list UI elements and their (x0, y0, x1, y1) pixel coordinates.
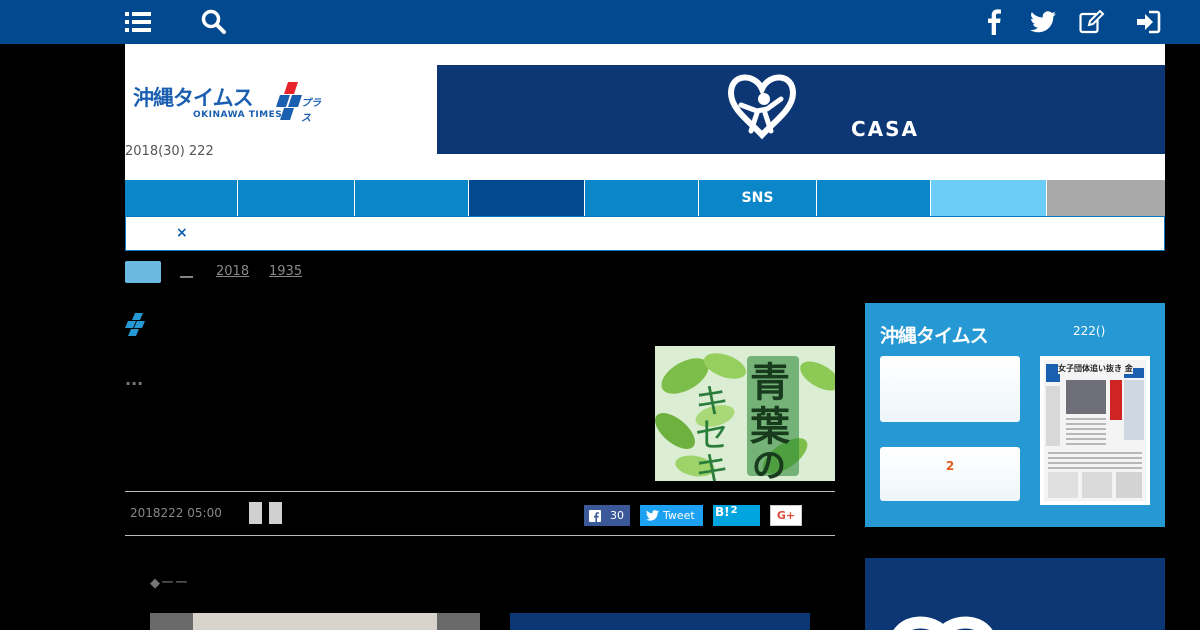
twitter-icon[interactable] (1029, 9, 1057, 35)
sidebar-ad[interactable] (865, 558, 1165, 630)
hatena-bookmark-button[interactable]: B! 2 (713, 505, 760, 526)
casa-heart-icon (727, 74, 797, 140)
facebook-share-button[interactable]: 30 (584, 505, 630, 526)
tweet-button[interactable]: Tweet (640, 505, 703, 526)
article-meta-bar: 2018222 05:00 30 Tweet B! 2 G+ (125, 491, 835, 536)
hatena-icon: B! (715, 505, 730, 519)
sidebar-issue-count: 222() (1073, 324, 1106, 338)
breadcrumb-link[interactable]: 1935 (269, 264, 302, 279)
site-header: 沖縄タイムス プラス OKINAWA TIMES 2018(30) 222 CA… (125, 44, 1165, 180)
nav-item-active[interactable] (469, 180, 585, 216)
tweet-label: Tweet (663, 509, 695, 522)
hatena-count: 2 (730, 505, 738, 516)
article-photo[interactable] (150, 613, 480, 630)
breadcrumb-home[interactable] (125, 261, 161, 283)
sidebar-card-button[interactable]: 2 (880, 447, 1020, 501)
category-mark-icon (125, 313, 145, 336)
logo-text-en: OKINAWA TIMES (193, 110, 283, 120)
sidebar-card-button[interactable] (880, 356, 1020, 422)
sidebar-title: 沖縄タイムス (880, 325, 989, 347)
header-banner-ad[interactable]: CASA (437, 65, 1165, 154)
thumb-char: キ (695, 450, 729, 481)
main-nav: SNS (125, 180, 1165, 216)
thumb-char: の (752, 446, 786, 481)
search-icon[interactable] (200, 9, 228, 35)
nav-item[interactable] (817, 180, 931, 216)
font-size-small-button[interactable] (249, 502, 262, 524)
breadcrumb-link[interactable]: __ (180, 264, 193, 279)
nav-item[interactable] (1047, 180, 1165, 216)
casa-heart-icon (894, 616, 992, 630)
breadcrumb-link[interactable]: 2018 (216, 264, 249, 279)
google-plus-button[interactable]: G+ (770, 505, 802, 526)
twitter-icon (646, 510, 659, 521)
issue-date: 2018(30) 222 (125, 144, 214, 159)
article-lead-mark: ◆ーー (150, 576, 189, 591)
nav-item[interactable] (585, 180, 699, 216)
top-bar (0, 0, 1200, 44)
site-logo[interactable]: 沖縄タイムス プラス OKINAWA TIMES (133, 82, 323, 126)
newspaper-image (1044, 360, 1146, 501)
logo-plus: プラス (301, 98, 321, 124)
newspaper-headline: 女子団体追い抜き 金 (1058, 363, 1133, 374)
facebook-icon (589, 509, 601, 522)
close-icon[interactable]: × (176, 225, 188, 241)
leaf-image (655, 346, 835, 481)
facebook-icon[interactable] (980, 9, 1008, 35)
sidebar-card-number: 2 (945, 459, 955, 473)
digital-edition-box: 沖縄タイムス 222() 2 女子団体追い抜き 金 (865, 303, 1165, 527)
nav-item[interactable] (238, 180, 355, 216)
article-date: 2018222 05:00 (130, 506, 222, 520)
nav-item[interactable] (931, 180, 1047, 216)
casa-text: CASA (851, 117, 920, 141)
article-thumbnail[interactable]: 青 葉 の キ セ キ (655, 346, 835, 481)
sub-menu-bar: × (125, 216, 1165, 251)
edit-icon[interactable] (1078, 9, 1106, 35)
menu-list-icon[interactable] (124, 9, 152, 35)
nav-item[interactable] (125, 180, 238, 216)
nav-item-sns[interactable]: SNS (699, 180, 817, 216)
font-size-large-button[interactable] (269, 502, 282, 524)
google-plus-icon: G+ (776, 509, 796, 522)
login-icon[interactable] (1134, 9, 1162, 35)
newspaper-front-page[interactable]: 女子団体追い抜き 金 (1040, 356, 1150, 505)
article-ellipsis: ... (125, 370, 144, 389)
facebook-share-count: 30 (610, 509, 624, 522)
article-ad-image[interactable] (510, 613, 810, 630)
logo-text-jp: 沖縄タイムス (133, 86, 254, 110)
nav-item[interactable] (355, 180, 469, 216)
